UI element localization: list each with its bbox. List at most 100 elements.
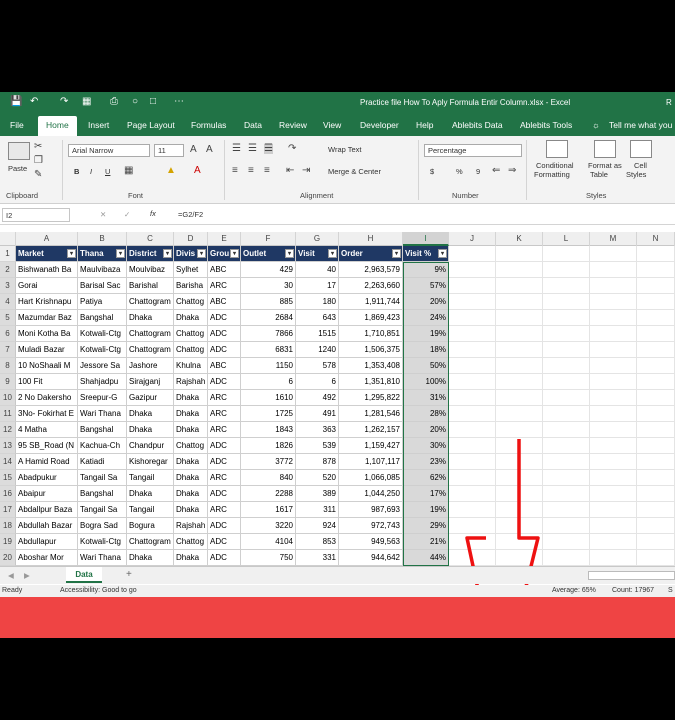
empty-cell[interactable] [590,294,637,310]
percent-button[interactable]: % [456,167,463,176]
name-box[interactable]: I2 [2,208,70,222]
tab-page-layout[interactable]: Page Layout [127,120,175,130]
table-cell[interactable]: Hart Krishnapu [16,294,78,310]
select-all-corner[interactable] [0,232,16,246]
table-cell[interactable]: ABC [208,262,241,278]
empty-cell[interactable] [543,246,590,262]
filter-dropdown-icon[interactable]: ▾ [328,249,337,258]
table-header-cell[interactable]: Grou ▾ [208,246,241,262]
column-header-d[interactable]: D [174,232,208,246]
font-size-select[interactable]: 11 [154,144,184,157]
empty-cell[interactable] [543,326,590,342]
conditional-formatting-button[interactable]: Conditional [536,161,574,170]
table-cell[interactable]: 1,911,744 [339,294,403,310]
table-cell[interactable]: 1,506,375 [339,342,403,358]
filter-dropdown-icon[interactable]: ▾ [230,249,239,258]
row-header-5[interactable]: 5 [0,310,16,326]
table-cell[interactable]: 885 [241,294,296,310]
empty-cell[interactable] [543,294,590,310]
rectangle-shape-icon[interactable]: □ [150,96,156,107]
table-cell[interactable]: 1,869,423 [339,310,403,326]
table-cell[interactable]: Bangshal [78,310,127,326]
formula-input[interactable]: =G2/F2 [178,210,203,219]
align-top-icon[interactable]: ☰ [232,144,241,154]
font-name-select[interactable]: Arial Narrow [68,144,150,157]
table-cell[interactable]: Barisha [174,278,208,294]
table-cell[interactable]: ADC [208,342,241,358]
underline-button[interactable]: U [105,167,110,176]
empty-cell[interactable] [449,310,496,326]
table-header-cell[interactable]: District ▾ [127,246,174,262]
table-cell[interactable]: Chattog [174,326,208,342]
tab-review[interactable]: Review [279,120,307,130]
empty-cell[interactable] [590,246,637,262]
wrap-text-button[interactable]: Wrap Text [328,145,362,154]
comma-button[interactable]: 9 [476,167,480,176]
column-header-n[interactable]: N [637,232,675,246]
enter-icon[interactable]: ✓ [124,210,130,219]
table-header-cell[interactable]: Thana ▾ [78,246,127,262]
column-header-b[interactable]: B [78,232,127,246]
cell-styles-icon[interactable] [630,140,652,158]
table-cell[interactable]: 30 [241,278,296,294]
table-header-cell[interactable]: Market ▾ [16,246,78,262]
next-sheet-icon[interactable]: ▶ [24,571,30,580]
horizontal-scrollbar[interactable] [588,571,675,580]
empty-cell[interactable] [449,326,496,342]
empty-cell[interactable] [590,310,637,326]
column-header-e[interactable]: E [208,232,241,246]
italic-button[interactable]: I [90,167,92,176]
table-cell[interactable]: Chattogram [127,294,174,310]
filter-dropdown-icon[interactable]: ▾ [438,249,447,258]
align-right-icon[interactable]: ≡ [264,166,270,176]
align-center-icon[interactable]: ≡ [248,166,254,176]
table-cell[interactable]: 6831 [241,342,296,358]
column-header-g[interactable]: G [296,232,339,246]
table-cell[interactable]: Mazumdar Baz [16,310,78,326]
conditional-formatting-icon[interactable] [546,140,568,158]
table-cell[interactable]: Chattogram [127,326,174,342]
currency-button[interactable]: $ [430,167,434,176]
table-header-cell[interactable]: Outlet ▾ [241,246,296,262]
tab-developer[interactable]: Developer [360,120,399,130]
empty-cell[interactable] [590,262,637,278]
merge-center-button[interactable]: Merge & Center [328,167,381,176]
decrease-font-icon[interactable]: A [206,145,213,155]
row-header-6[interactable]: 6 [0,326,16,342]
tab-ablebits-data[interactable]: Ablebits Data [452,120,503,130]
table-cell[interactable]: Chattog [174,342,208,358]
table-cell[interactable]: ADC [208,326,241,342]
table-header-cell[interactable]: Visit % ▾ [403,246,449,262]
table-cell[interactable]: 40 [296,262,339,278]
row-header-7[interactable]: 7 [0,342,16,358]
table-cell[interactable]: Moni Kotha Ba [16,326,78,342]
borders-icon[interactable]: ▦ [124,166,133,176]
user-avatar[interactable]: R [666,98,672,107]
format-as-table-icon[interactable] [594,140,616,158]
tab-help[interactable]: Help [416,120,433,130]
format-painter-icon[interactable]: ✎ [34,170,42,180]
tab-view[interactable]: View [323,120,341,130]
align-left-icon[interactable]: ≡ [232,166,238,176]
empty-cell[interactable] [590,278,637,294]
table-cell[interactable]: Muladi Bazar [16,342,78,358]
tab-data[interactable]: Data [244,120,262,130]
tab-insert[interactable]: Insert [88,120,109,130]
table-cell[interactable]: 7866 [241,326,296,342]
empty-cell[interactable] [543,342,590,358]
orientation-icon[interactable]: ↷ [288,144,296,154]
empty-cell[interactable] [496,326,543,342]
table-cell[interactable]: 2,263,660 [339,278,403,294]
table-cell[interactable]: Bishwanath Ba [16,262,78,278]
conditional-formatting-button-line2[interactable]: Formatting [534,170,570,179]
empty-cell[interactable] [637,246,675,262]
empty-cell[interactable] [590,326,637,342]
table-cell[interactable]: 20% [403,294,449,310]
cancel-icon[interactable]: ✕ [100,210,106,219]
empty-cell[interactable] [449,294,496,310]
decrease-indent-icon[interactable]: ⇤ [286,166,294,176]
cut-icon[interactable]: ✂ [34,142,42,152]
paste-icon[interactable] [8,142,30,160]
insert-function-button[interactable]: fx [150,209,156,218]
fill-color-icon[interactable]: ▲ [166,166,176,176]
